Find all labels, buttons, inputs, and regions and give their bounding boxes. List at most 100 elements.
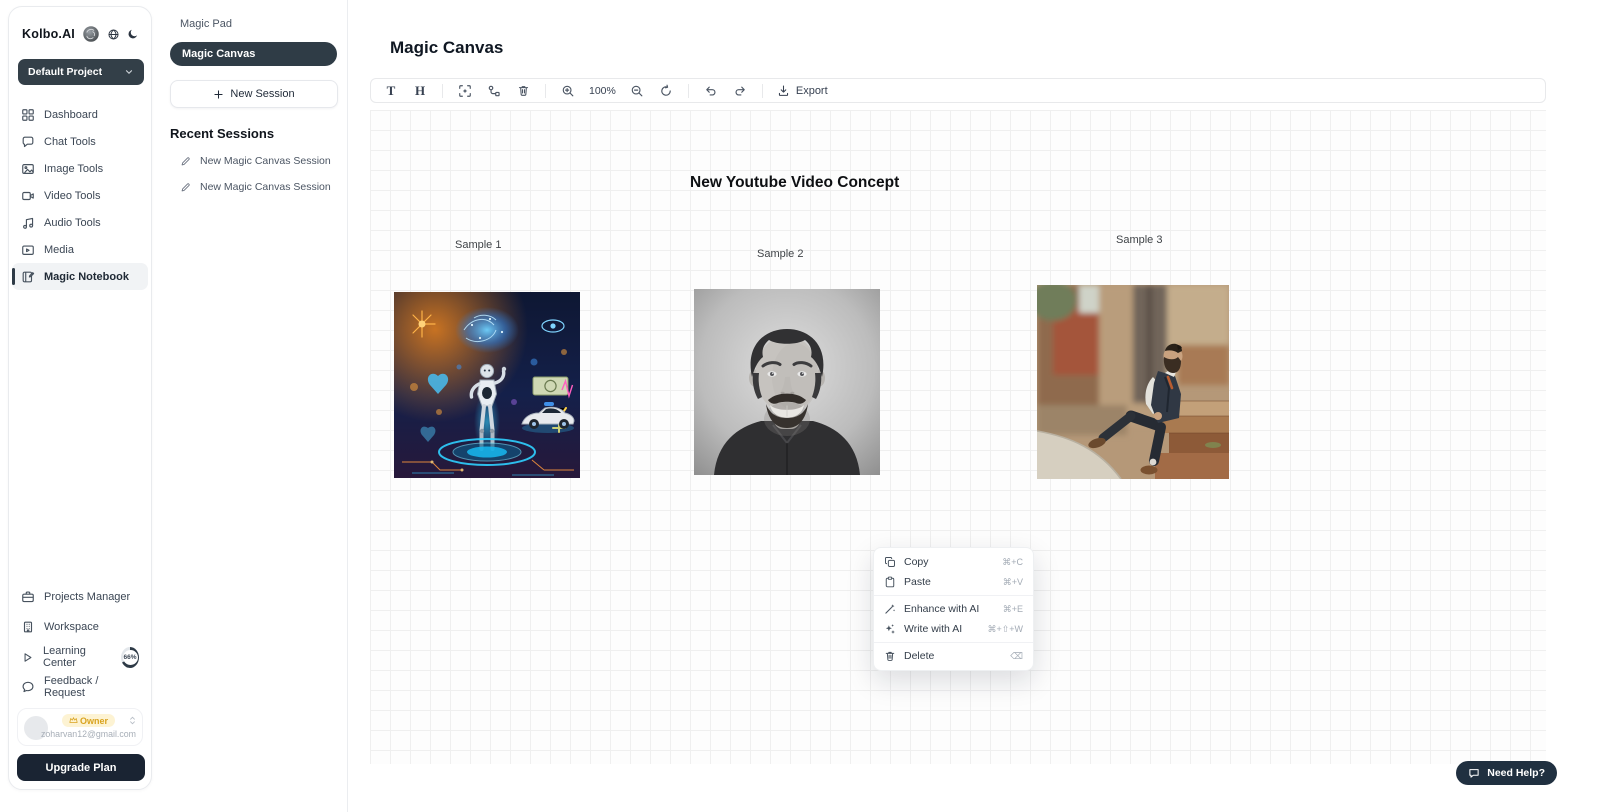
media-icon	[21, 243, 35, 257]
sidebar-item-magic-notebook[interactable]: Magic Notebook	[12, 263, 148, 290]
menu-shortcut: ⌘+V	[1003, 577, 1023, 588]
sidebar-item-dashboard[interactable]: Dashboard	[12, 101, 148, 128]
briefcase-icon	[21, 590, 35, 604]
session-item[interactable]: New Magic Canvas Session	[156, 181, 347, 193]
menu-shortcut: ⌫	[1010, 651, 1023, 662]
brain-logo-icon	[82, 25, 100, 43]
sidebar-nav: Dashboard Chat Tools Image Tools Video T…	[9, 101, 151, 290]
trash-icon	[884, 650, 896, 662]
menu-item-delete[interactable]: Delete ⌫	[874, 646, 1033, 666]
project-selector[interactable]: Default Project	[18, 59, 144, 85]
language-globe-icon[interactable]	[107, 28, 120, 41]
canvas-toolbar: T H 100% Export	[370, 78, 1546, 103]
play-icon	[21, 651, 34, 664]
menu-item-copy[interactable]: Copy ⌘+C	[874, 552, 1033, 572]
learning-progress-value: 66%	[123, 650, 138, 665]
logo: Kolbo.AI	[22, 27, 75, 41]
magic-canvas-workspace[interactable]: New Youtube Video Concept Sample 1 Sampl…	[370, 110, 1546, 764]
menu-item-label: Paste	[904, 576, 931, 588]
export-button[interactable]: Export	[777, 84, 828, 97]
sidebar-item-label: Learning Center	[43, 645, 110, 669]
sidebar-bottom: Projects Manager Workspace Learning Cent…	[9, 582, 151, 781]
magic-canvas-item-active[interactable]: Magic Canvas	[170, 42, 337, 66]
sidebar-item-projects-manager[interactable]: Projects Manager	[9, 582, 151, 612]
toolbar-divider	[688, 84, 689, 98]
connector-tool-button[interactable]	[486, 82, 502, 100]
sample-1-label[interactable]: Sample 1	[455, 239, 501, 251]
recent-sessions-title: Recent Sessions	[170, 126, 333, 141]
new-session-label: New Session	[230, 88, 294, 100]
sidebar-item-label: Workspace	[44, 621, 99, 633]
enhance-wand-icon	[884, 603, 896, 615]
chevron-down-icon	[124, 67, 134, 77]
undo-button[interactable]	[703, 82, 719, 100]
need-help-button[interactable]: Need Help?	[1456, 761, 1557, 785]
notebook-icon	[21, 270, 35, 284]
ai-select-tool-button[interactable]	[457, 82, 473, 100]
video-icon	[21, 189, 35, 203]
sidebar-item-label: Image Tools	[44, 163, 103, 175]
zoom-out-button[interactable]	[629, 82, 645, 100]
upgrade-plan-button[interactable]: Upgrade Plan	[17, 754, 145, 781]
sidebar-item-label: Magic Notebook	[44, 271, 129, 283]
context-menu: Copy ⌘+C Paste ⌘+V Enhance with AI ⌘+E W…	[873, 547, 1034, 671]
sidebar-item-learning-center[interactable]: Learning Center 66%	[9, 642, 151, 672]
learning-progress-ring: 66%	[121, 647, 139, 668]
canvas-image-ai-robot[interactable]	[394, 292, 580, 478]
sidebar-item-chat-tools[interactable]: Chat Tools	[12, 128, 148, 155]
trash-tool-button[interactable]	[515, 82, 531, 100]
toolbar-divider	[762, 84, 763, 98]
crown-icon	[69, 716, 78, 725]
user-account-card[interactable]: Owner zoharvan12@gmail.com	[17, 708, 143, 746]
feedback-bubble-icon	[21, 680, 35, 694]
dark-mode-moon-icon[interactable]	[127, 28, 139, 40]
sidebar-item-audio-tools[interactable]: Audio Tools	[12, 209, 148, 236]
sidebar-item-label: Projects Manager	[44, 591, 130, 603]
help-chat-icon	[1468, 767, 1480, 779]
sidebar-item-workspace[interactable]: Workspace	[9, 612, 151, 642]
sidebar-item-image-tools[interactable]: Image Tools	[12, 155, 148, 182]
reset-rotation-button[interactable]	[658, 82, 674, 100]
sidebar-item-label: Feedback / Request	[44, 675, 139, 699]
menu-item-write-with-ai[interactable]: Write with AI ⌘+⇧+W	[874, 619, 1033, 639]
session-item-label: New Magic Canvas Session	[200, 155, 331, 167]
menu-shortcut: ⌘+⇧+W	[987, 624, 1023, 635]
sidebar-item-label: Media	[44, 244, 74, 256]
building-icon	[21, 620, 35, 634]
menu-item-paste[interactable]: Paste ⌘+V	[874, 572, 1033, 592]
canvas-image-man-on-steps[interactable]	[1037, 285, 1229, 479]
sidebar-item-video-tools[interactable]: Video Tools	[12, 182, 148, 209]
canvas-heading-text[interactable]: New Youtube Video Concept	[690, 174, 899, 192]
sample-3-label[interactable]: Sample 3	[1116, 234, 1162, 246]
toolbar-divider	[442, 84, 443, 98]
zoom-in-button[interactable]	[560, 82, 576, 100]
heading-tool-button[interactable]: H	[412, 82, 428, 100]
session-item-label: New Magic Canvas Session	[200, 181, 331, 193]
pencil-icon	[180, 182, 191, 193]
paste-icon	[884, 576, 896, 588]
sparkles-icon	[884, 623, 896, 635]
menu-item-enhance-with-ai[interactable]: Enhance with AI ⌘+E	[874, 599, 1033, 619]
redo-button[interactable]	[732, 82, 748, 100]
sidebar-item-label: Audio Tools	[44, 217, 101, 229]
audio-icon	[21, 216, 35, 230]
project-selector-label: Default Project	[28, 66, 102, 78]
sample-2-label[interactable]: Sample 2	[757, 248, 803, 260]
dashboard-icon	[21, 108, 35, 122]
toolbar-divider	[545, 84, 546, 98]
session-item[interactable]: New Magic Canvas Session	[156, 155, 347, 167]
user-email: zoharvan12@gmail.com	[41, 729, 136, 739]
sidebar-item-feedback[interactable]: Feedback / Request	[9, 672, 151, 702]
text-tool-button[interactable]: T	[383, 82, 399, 100]
copy-icon	[884, 556, 896, 568]
sidebar-item-media[interactable]: Media	[12, 236, 148, 263]
sidebar: Kolbo.AI Default Project Dashboard Chat …	[8, 6, 152, 790]
magic-pad-item[interactable]: Magic Pad	[156, 15, 347, 33]
pencil-icon	[180, 156, 191, 167]
canvas-image-portrait[interactable]	[694, 289, 880, 475]
need-help-label: Need Help?	[1487, 767, 1545, 779]
menu-shortcut: ⌘+E	[1003, 604, 1023, 615]
user-info: Owner zoharvan12@gmail.com	[54, 714, 123, 739]
new-session-button[interactable]: New Session	[170, 80, 338, 108]
page-title: Magic Canvas	[390, 38, 503, 58]
